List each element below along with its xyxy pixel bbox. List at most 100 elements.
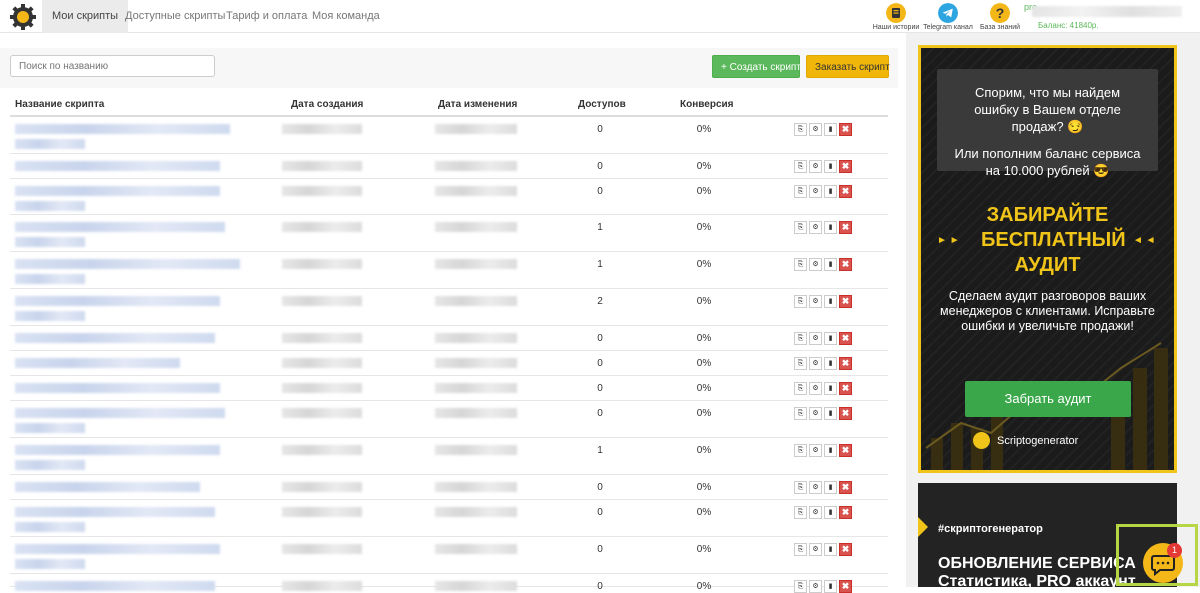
settings-icon[interactable]: ⚙ [809,123,822,136]
stats-icon[interactable]: ▮ [824,258,837,271]
stats-icon[interactable]: ▮ [824,543,837,556]
delete-icon[interactable]: ✖ [839,160,852,173]
script-name-redacted[interactable] [15,507,215,517]
knowledge-base-link[interactable]: ? База знаний [970,3,1030,31]
stats-icon[interactable]: ▮ [824,295,837,308]
script-name-redacted[interactable] [15,333,215,343]
script-name-redacted[interactable] [15,222,225,232]
our-stories-link[interactable]: Наши истории [866,3,926,31]
script-name-redacted[interactable] [15,186,220,196]
stats-icon[interactable]: ▮ [824,123,837,136]
stats-icon[interactable]: ▮ [824,506,837,519]
stats-icon[interactable]: ▮ [824,407,837,420]
settings-icon[interactable]: ⚙ [809,444,822,457]
col-conversion[interactable]: Конверсия [680,99,733,110]
script-name-redacted[interactable] [15,408,225,418]
settings-icon[interactable]: ⚙ [809,407,822,420]
settings-icon[interactable]: ⚙ [809,160,822,173]
table-row[interactable]: 0 0% ⎘ ⚙ ▮ ✖ [10,500,888,537]
table-row[interactable]: 0 0% ⎘ ⚙ ▮ ✖ [10,326,888,351]
settings-icon[interactable]: ⚙ [809,332,822,345]
table-row[interactable]: 0 0% ⎘ ⚙ ▮ ✖ [10,537,888,574]
col-access[interactable]: Доступов [578,99,626,110]
col-created[interactable]: Дата создания [291,99,363,110]
copy-icon[interactable]: ⎘ [794,506,807,519]
delete-icon[interactable]: ✖ [839,444,852,457]
delete-icon[interactable]: ✖ [839,506,852,519]
stats-icon[interactable]: ▮ [824,382,837,395]
copy-icon[interactable]: ⎘ [794,295,807,308]
search-input[interactable] [10,55,215,77]
stats-icon[interactable]: ▮ [824,221,837,234]
copy-icon[interactable]: ⎘ [794,382,807,395]
script-name-redacted[interactable] [15,124,230,134]
copy-icon[interactable]: ⎘ [794,258,807,271]
copy-icon[interactable]: ⎘ [794,185,807,198]
settings-icon[interactable]: ⚙ [809,382,822,395]
settings-icon[interactable]: ⚙ [809,221,822,234]
settings-icon[interactable]: ⚙ [809,185,822,198]
settings-icon[interactable]: ⚙ [809,357,822,370]
order-script-button[interactable]: Заказать скрипт [806,55,890,78]
col-name[interactable]: Название скрипта [15,99,104,110]
tab-my-team[interactable]: Моя команда [302,0,390,33]
delete-icon[interactable]: ✖ [839,332,852,345]
copy-icon[interactable]: ⎘ [794,123,807,136]
delete-icon[interactable]: ✖ [839,382,852,395]
settings-icon[interactable]: ⚙ [809,295,822,308]
script-name-redacted[interactable] [15,445,220,455]
stats-icon[interactable]: ▮ [824,185,837,198]
delete-icon[interactable]: ✖ [839,221,852,234]
table-row[interactable]: 0 0% ⎘ ⚙ ▮ ✖ [10,475,888,500]
delete-icon[interactable]: ✖ [839,185,852,198]
table-row[interactable]: 1 0% ⎘ ⚙ ▮ ✖ [10,215,888,252]
script-name-redacted[interactable] [15,544,220,554]
copy-icon[interactable]: ⎘ [794,407,807,420]
table-row[interactable]: 0 0% ⎘ ⚙ ▮ ✖ [10,401,888,438]
get-audit-button[interactable]: Забрать аудит [965,381,1131,417]
copy-icon[interactable]: ⎘ [794,160,807,173]
settings-icon[interactable]: ⚙ [809,506,822,519]
copy-icon[interactable]: ⎘ [794,481,807,494]
script-name-redacted[interactable] [15,296,220,306]
delete-icon[interactable]: ✖ [839,258,852,271]
stats-icon[interactable]: ▮ [824,332,837,345]
copy-icon[interactable]: ⎘ [794,221,807,234]
settings-icon[interactable]: ⚙ [809,481,822,494]
copy-icon[interactable]: ⎘ [794,543,807,556]
create-script-button[interactable]: + Создать скрипт [712,55,801,78]
copy-icon[interactable]: ⎘ [794,332,807,345]
table-row[interactable]: 0 0% ⎘ ⚙ ▮ ✖ [10,117,888,154]
delete-icon[interactable]: ✖ [839,543,852,556]
script-name-redacted[interactable] [15,581,215,591]
delete-icon[interactable]: ✖ [839,407,852,420]
settings-icon[interactable]: ⚙ [809,258,822,271]
table-row[interactable]: 2 0% ⎘ ⚙ ▮ ✖ [10,289,888,326]
table-row[interactable]: 0 0% ⎘ ⚙ ▮ ✖ [10,376,888,401]
delete-icon[interactable]: ✖ [839,357,852,370]
audit-banner[interactable]: Спорим, что мы найдем ошибку в Вашем отд… [918,45,1177,473]
delete-icon[interactable]: ✖ [839,295,852,308]
copy-icon[interactable]: ⎘ [794,357,807,370]
gear-logo-icon[interactable] [9,3,37,31]
delete-icon[interactable]: ✖ [839,481,852,494]
settings-icon[interactable]: ⚙ [809,543,822,556]
stats-icon[interactable]: ▮ [824,160,837,173]
table-row[interactable]: 0 0% ⎘ ⚙ ▮ ✖ [10,179,888,215]
script-name-redacted[interactable] [15,383,220,393]
script-name-redacted[interactable] [15,161,220,171]
table-row[interactable]: 1 0% ⎘ ⚙ ▮ ✖ [10,438,888,475]
stats-icon[interactable]: ▮ [824,444,837,457]
table-row[interactable]: 0 0% ⎘ ⚙ ▮ ✖ [10,154,888,179]
telegram-link[interactable]: Telegram канал [918,3,978,31]
stats-icon[interactable]: ▮ [824,357,837,370]
stats-icon[interactable]: ▮ [824,481,837,494]
table-row[interactable]: 0 0% ⎘ ⚙ ▮ ✖ [10,351,888,376]
script-name-redacted[interactable] [15,259,240,269]
delete-icon[interactable]: ✖ [839,123,852,136]
copy-icon[interactable]: ⎘ [794,444,807,457]
user-account[interactable]: pro Баланс: 41840р. [1024,2,1194,30]
script-name-redacted[interactable] [15,358,180,368]
table-row[interactable]: 1 0% ⎘ ⚙ ▮ ✖ [10,252,888,289]
script-name-redacted[interactable] [15,482,200,492]
